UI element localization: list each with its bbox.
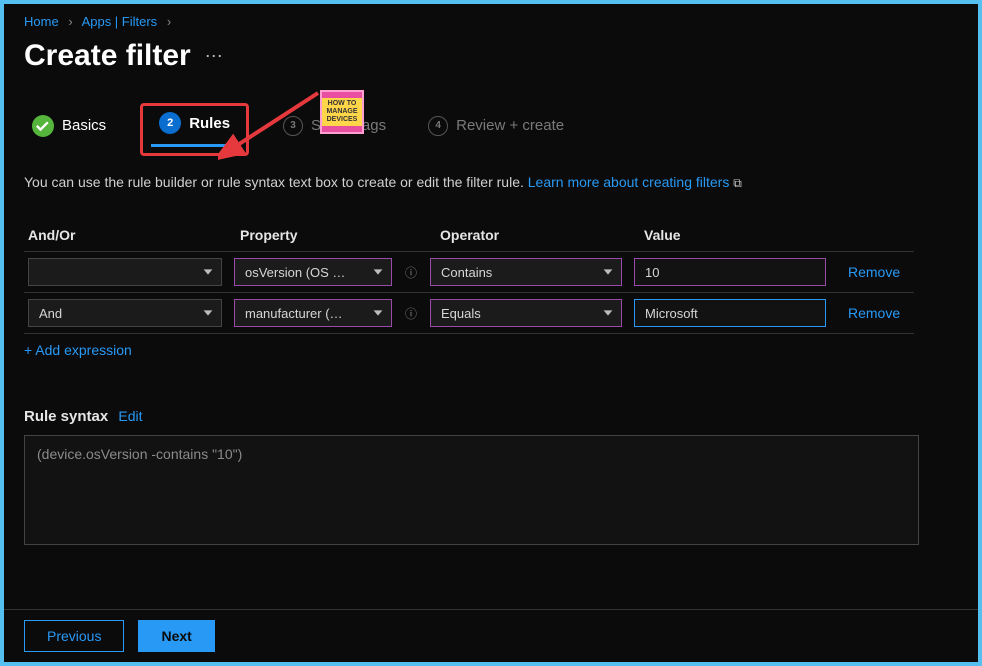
and-or-value: And bbox=[39, 306, 62, 321]
step-number-badge: 4 bbox=[428, 116, 448, 136]
remove-link[interactable]: Remove bbox=[848, 264, 900, 280]
rule-row: And manufacturer (… ⓘ Equals Microsoft R… bbox=[24, 293, 914, 334]
property-select[interactable]: osVersion (OS … bbox=[234, 258, 392, 286]
sticker-text: HOW TO MANAGE DEVICES bbox=[322, 98, 362, 125]
chevron-down-icon bbox=[371, 306, 385, 320]
previous-button[interactable]: Previous bbox=[24, 620, 124, 652]
step-review-create-label: Review + create bbox=[456, 117, 564, 134]
step-number-badge: 2 bbox=[159, 112, 181, 134]
value-text: Microsoft bbox=[645, 306, 698, 321]
next-button[interactable]: Next bbox=[138, 620, 214, 652]
wizard-steps: Basics 2 Rules 3 Scope tags 4 Review + c… bbox=[24, 103, 958, 156]
add-expression-link[interactable]: + Add expression bbox=[24, 342, 132, 358]
annotation-highlight-box: 2 Rules bbox=[140, 103, 249, 156]
value-input[interactable]: 10 bbox=[634, 258, 826, 286]
operator-value: Equals bbox=[441, 306, 481, 321]
breadcrumb: Home › Apps | Filters › bbox=[24, 14, 958, 29]
operator-value: Contains bbox=[441, 265, 492, 280]
edit-syntax-link[interactable]: Edit bbox=[118, 408, 142, 424]
value-input[interactable]: Microsoft bbox=[634, 299, 826, 327]
step-rules[interactable]: 2 Rules bbox=[151, 110, 238, 147]
rule-syntax-textarea[interactable]: (device.osVersion -contains "10") bbox=[24, 435, 919, 545]
breadcrumb-sep: › bbox=[167, 14, 171, 29]
property-value: manufacturer (… bbox=[245, 306, 343, 321]
col-value: Value bbox=[644, 227, 836, 243]
step-basics[interactable]: Basics bbox=[24, 113, 114, 147]
step-rules-label: Rules bbox=[189, 115, 230, 132]
step-review-create[interactable]: 4 Review + create bbox=[420, 114, 572, 146]
rule-row: osVersion (OS … ⓘ Contains 10 Remove bbox=[24, 252, 914, 293]
howto-sticker-logo: HOW TO MANAGE DEVICES bbox=[320, 90, 364, 134]
external-link-icon: ⧉ bbox=[733, 176, 742, 190]
more-icon[interactable]: ⋯ bbox=[205, 46, 223, 67]
value-text: 10 bbox=[645, 265, 659, 280]
operator-select[interactable]: Contains bbox=[430, 258, 622, 286]
chevron-down-icon bbox=[601, 306, 615, 320]
breadcrumb-apps-filters[interactable]: Apps | Filters bbox=[82, 14, 158, 29]
learn-more-link[interactable]: Learn more about creating filters bbox=[528, 174, 730, 190]
step-number-badge: 3 bbox=[283, 116, 303, 136]
description-text: You can use the rule builder or rule syn… bbox=[24, 174, 958, 191]
and-or-select[interactable] bbox=[28, 258, 222, 286]
col-and-or: And/Or bbox=[28, 227, 228, 243]
rule-syntax-label: Rule syntax bbox=[24, 408, 108, 425]
chevron-down-icon bbox=[601, 265, 615, 279]
chevron-down-icon bbox=[201, 265, 215, 279]
remove-link[interactable]: Remove bbox=[848, 305, 900, 321]
checkmark-icon bbox=[32, 115, 54, 137]
chevron-down-icon bbox=[371, 265, 385, 279]
info-icon[interactable]: ⓘ bbox=[404, 265, 418, 279]
col-property: Property bbox=[240, 227, 428, 243]
chevron-down-icon bbox=[201, 306, 215, 320]
rule-syntax-text: (device.osVersion -contains "10") bbox=[37, 446, 242, 462]
operator-select[interactable]: Equals bbox=[430, 299, 622, 327]
description-body: You can use the rule builder or rule syn… bbox=[24, 174, 528, 190]
breadcrumb-home[interactable]: Home bbox=[24, 14, 59, 29]
property-value: osVersion (OS … bbox=[245, 265, 345, 280]
and-or-select[interactable]: And bbox=[28, 299, 222, 327]
col-operator: Operator bbox=[440, 227, 632, 243]
info-icon[interactable]: ⓘ bbox=[404, 306, 418, 320]
breadcrumb-sep: › bbox=[68, 14, 72, 29]
page-title: Create filter bbox=[24, 39, 191, 73]
property-select[interactable]: manufacturer (… bbox=[234, 299, 392, 327]
step-basics-label: Basics bbox=[62, 117, 106, 134]
